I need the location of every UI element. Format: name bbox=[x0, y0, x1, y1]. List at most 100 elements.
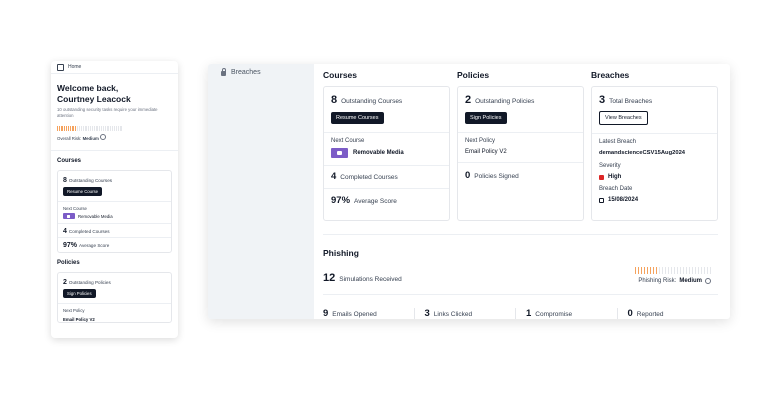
mobile-nav: Home bbox=[51, 61, 178, 74]
policies-signed-label: Policies Signed bbox=[474, 173, 519, 180]
risk-tick bbox=[697, 267, 699, 274]
courses-title: Courses bbox=[323, 70, 358, 80]
outstanding-courses-count: 8 bbox=[63, 177, 67, 184]
risk-tick bbox=[700, 267, 702, 274]
risk-tick bbox=[709, 267, 711, 274]
next-course-pill[interactable]: Removable Media bbox=[324, 148, 449, 158]
completed-courses-row: 4 Completed Courses bbox=[63, 224, 166, 237]
resume-courses-button[interactable]: Resume Courses bbox=[331, 112, 384, 124]
average-score-label: Average Score bbox=[79, 243, 110, 248]
completed-courses-label: Completed Courses bbox=[68, 229, 110, 234]
severity-high-icon bbox=[599, 174, 604, 180]
main-content: Courses 8 Outstanding Courses Resume Cou… bbox=[323, 64, 723, 319]
risk-tick bbox=[658, 267, 660, 274]
divider bbox=[58, 201, 171, 202]
risk-tick bbox=[96, 126, 98, 131]
average-score-value: 97% bbox=[331, 195, 351, 206]
course-icon bbox=[63, 213, 75, 219]
divider bbox=[592, 133, 717, 134]
risk-tick bbox=[98, 126, 100, 131]
severity-row: High bbox=[592, 174, 717, 180]
risk-tick bbox=[664, 267, 666, 274]
next-policy-name: Email Policy V2 bbox=[63, 317, 95, 322]
nav-home-link[interactable]: Home bbox=[68, 64, 81, 70]
outstanding-policies-count: 2 bbox=[465, 94, 472, 106]
stat-label: Links Clicked bbox=[433, 311, 473, 318]
risk-tick bbox=[105, 126, 107, 131]
completed-courses-count: 4 bbox=[63, 228, 67, 235]
risk-tick bbox=[682, 267, 684, 274]
risk-tick bbox=[640, 267, 642, 274]
outstanding-policies-label: Outstanding Policies bbox=[68, 280, 111, 285]
mobile-courses-card: 8 Outstanding Courses Resume Course Next… bbox=[57, 170, 172, 253]
outstanding-policies-count: 2 bbox=[63, 279, 67, 286]
overall-risk-prefix: Overall Risk: bbox=[57, 136, 82, 141]
risk-tick bbox=[63, 126, 65, 131]
resume-course-button[interactable]: Resume Course bbox=[63, 187, 103, 196]
sidebar-item-breaches[interactable]: Breaches bbox=[208, 64, 314, 76]
phishing-risk-meter bbox=[634, 267, 711, 274]
divider bbox=[58, 303, 171, 304]
page: Home Welcome back, Courtney Leacock 10 o… bbox=[0, 0, 760, 395]
risk-tick bbox=[94, 126, 96, 131]
next-course-name: Removable Media bbox=[353, 150, 404, 156]
average-score-row: 97% Average Score bbox=[324, 189, 449, 206]
risk-tick bbox=[102, 126, 105, 131]
phishing-risk-prefix: Phishing Risk: bbox=[638, 278, 677, 284]
risk-tick bbox=[646, 267, 648, 274]
average-score-row: 97% Average Score bbox=[63, 238, 166, 252]
policies-signed-count: 0 bbox=[465, 170, 471, 181]
breach-date-row: 15/08/2024 bbox=[592, 197, 717, 203]
risk-tick bbox=[67, 126, 70, 131]
completed-courses-row: 4 Completed Courses bbox=[324, 166, 449, 182]
outstanding-courses-row: 8 Outstanding Courses bbox=[63, 175, 166, 186]
next-policy-label: Next Policy bbox=[465, 138, 496, 144]
stat-emails-opened: 9 Emails Opened bbox=[323, 308, 415, 319]
next-course-label: Next Course bbox=[63, 206, 87, 211]
risk-tick bbox=[100, 126, 102, 131]
outstanding-policies-row: 2 Outstanding Policies bbox=[63, 277, 166, 288]
risk-tick bbox=[661, 267, 663, 274]
divider bbox=[458, 132, 583, 133]
calendar-icon bbox=[599, 197, 604, 203]
divider bbox=[324, 132, 449, 133]
sidebar-item-label: Breaches bbox=[231, 69, 261, 76]
welcome-section: Welcome back, Courtney Leacock 10 outsta… bbox=[51, 74, 178, 141]
next-course-pill[interactable]: Removable Media bbox=[63, 213, 113, 219]
divider bbox=[323, 234, 718, 235]
risk-tick bbox=[74, 126, 76, 131]
info-icon[interactable] bbox=[705, 278, 711, 284]
sidebar-toggle-icon[interactable] bbox=[57, 63, 64, 71]
breach-date-label: Breach Date bbox=[599, 186, 633, 192]
risk-tick bbox=[61, 126, 63, 131]
severity-label: Severity bbox=[599, 163, 621, 169]
risk-tick bbox=[649, 267, 651, 274]
risk-tick bbox=[655, 267, 657, 274]
phishing-risk-value: Medium bbox=[679, 278, 702, 284]
risk-tick bbox=[706, 267, 708, 274]
policies-signed-row: 0 Policies Signed bbox=[458, 163, 583, 181]
risk-tick bbox=[65, 126, 67, 131]
stat-reported: 0 Reported bbox=[618, 308, 719, 319]
next-course-label: Next Course bbox=[331, 138, 365, 144]
sign-policies-button[interactable]: Sign Policies bbox=[465, 112, 507, 124]
total-breaches-count: 3 bbox=[599, 94, 606, 106]
outstanding-courses-label: Outstanding Courses bbox=[341, 98, 403, 105]
risk-tick bbox=[113, 126, 116, 131]
risk-tick bbox=[694, 267, 696, 274]
risk-tick bbox=[685, 267, 687, 274]
sign-policies-button[interactable]: Sign Policies bbox=[63, 289, 96, 298]
policies-card: 2 Outstanding Policies Sign Policies Nex… bbox=[457, 86, 584, 221]
risk-tick bbox=[111, 126, 113, 131]
risk-tick bbox=[59, 126, 61, 131]
risk-tick bbox=[120, 126, 122, 131]
info-icon[interactable] bbox=[100, 134, 106, 140]
average-score-value: 97% bbox=[63, 242, 78, 249]
risk-tick bbox=[634, 267, 636, 274]
view-breaches-button[interactable]: View Breaches bbox=[599, 111, 648, 125]
risk-tick bbox=[670, 267, 672, 274]
latest-breach-value: demandscienceCSV15Aug2024 bbox=[599, 150, 686, 156]
mobile-policies-card: 2 Outstanding Policies Sign Policies Nex… bbox=[57, 272, 172, 323]
stat-links-clicked: 3 Links Clicked bbox=[415, 308, 516, 319]
mobile-policies-title: Policies bbox=[57, 260, 80, 266]
